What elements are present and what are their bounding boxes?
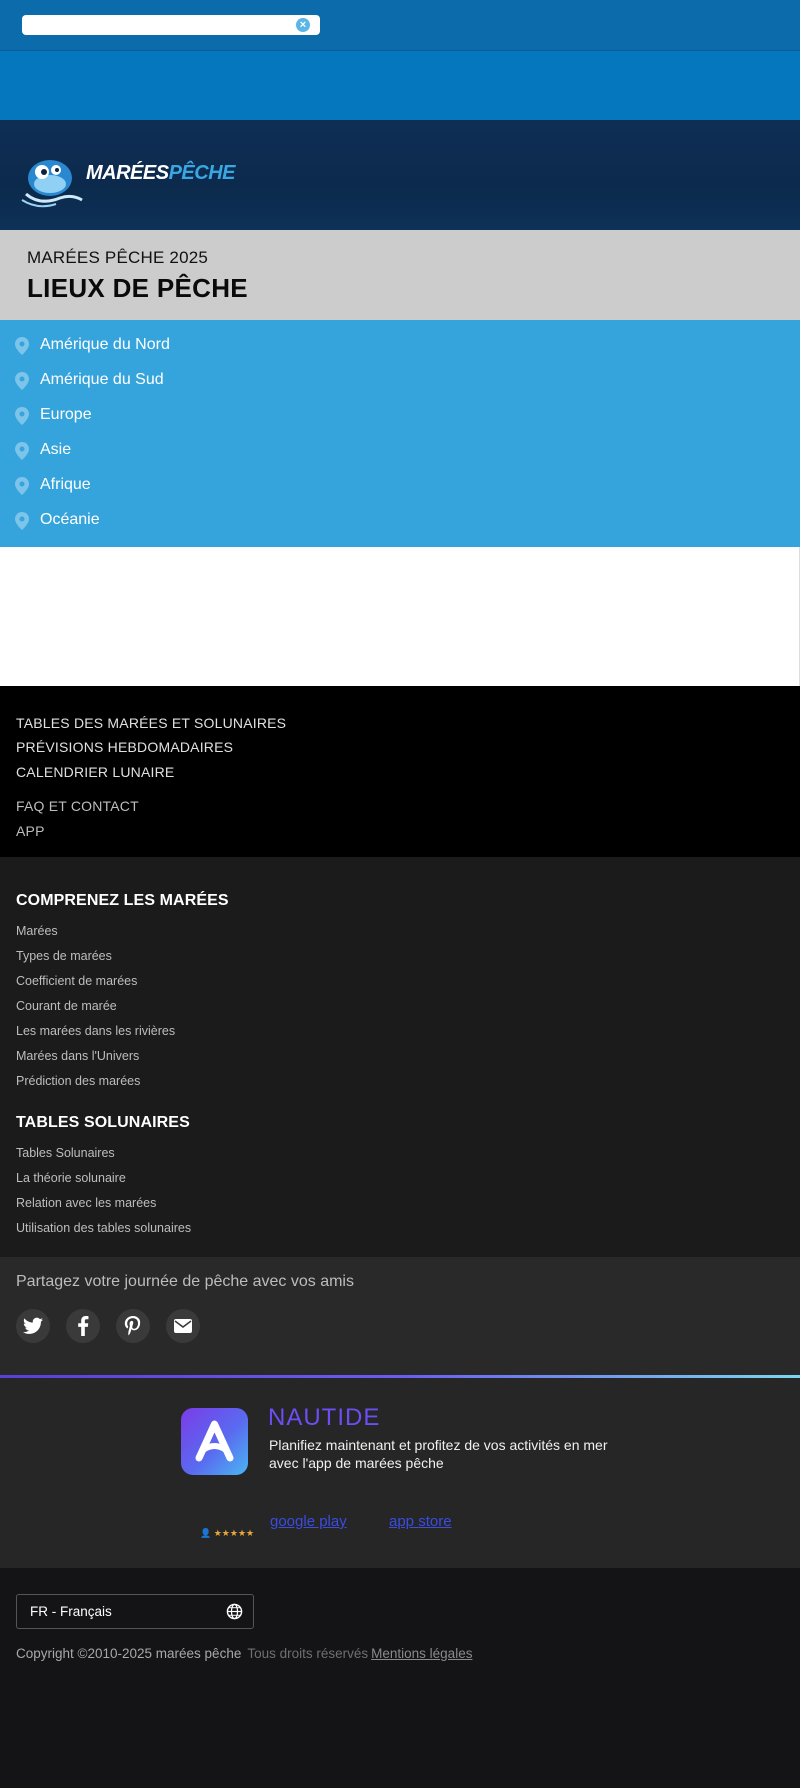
- region-label: Océanie: [40, 511, 100, 528]
- nav-link-faq-contact[interactable]: FAQ ET CONTACT: [16, 798, 139, 814]
- info-link[interactable]: Marées: [16, 924, 58, 938]
- map-pin-icon: [15, 372, 29, 390]
- search-box[interactable]: ×: [22, 15, 320, 35]
- share-section: Partagez votre journée de pêche avec vos…: [0, 1257, 800, 1375]
- nautide-logo-icon: [195, 1420, 234, 1462]
- globe-icon: [226, 1603, 243, 1620]
- region-label: Afrique: [40, 476, 91, 493]
- region-item-oceania[interactable]: Océanie: [0, 505, 800, 540]
- logo-word-1: MARÉES: [86, 162, 169, 184]
- page-title: LIEUX DE PÊCHE: [27, 273, 248, 303]
- nav-band: [0, 51, 800, 120]
- region-item-asia[interactable]: Asie: [0, 435, 800, 470]
- rating-stars: ★★★★★: [213, 1528, 255, 1538]
- nav-link-tides-tables[interactable]: TABLES DES MARÉES ET SOLUNAIRES: [16, 715, 286, 731]
- legal-notice-link[interactable]: Mentions légales: [371, 1646, 472, 1661]
- info-link[interactable]: Tables Solunaires: [16, 1146, 115, 1160]
- map-pin-icon: [15, 407, 29, 425]
- info-link[interactable]: Courant de marée: [16, 999, 117, 1013]
- search-input[interactable]: [22, 15, 282, 35]
- info-link[interactable]: Utilisation des tables solunaires: [16, 1221, 191, 1235]
- info-link[interactable]: Relation avec les marées: [16, 1196, 156, 1210]
- nav-link-weekly-forecast[interactable]: PRÉVISIONS HEBDOMADAIRES: [16, 739, 233, 755]
- map-pin-icon: [15, 477, 29, 495]
- map-pin-icon: [15, 442, 29, 460]
- region-label: Amérique du Sud: [40, 371, 164, 388]
- info-link[interactable]: Coefficient de marées: [16, 974, 137, 988]
- map-pin-icon: [15, 337, 29, 355]
- info-link[interactable]: Les marées dans les rivières: [16, 1024, 175, 1038]
- app-description: Planifiez maintenant et profitez de vos …: [269, 1437, 608, 1471]
- content-spacer: [0, 547, 800, 686]
- region-label: Asie: [40, 441, 72, 458]
- region-item-south-america[interactable]: Amérique du Sud: [0, 365, 800, 400]
- facebook-icon: [78, 1316, 89, 1336]
- twitter-icon: [23, 1317, 43, 1334]
- regions-list: Amérique du Nord Amérique du Sud Europe …: [0, 320, 800, 547]
- app-name: NAUTIDE: [268, 1404, 381, 1431]
- page-footer: FR - Français Copyright ©2010-2025 marée…: [0, 1568, 800, 1788]
- copyright-text: Copyright ©2010-2025 marées pêche: [16, 1646, 242, 1661]
- fish-mascot-icon: [21, 160, 83, 208]
- nautide-app-icon[interactable]: [181, 1408, 248, 1475]
- region-label: Europe: [40, 406, 92, 423]
- info-link[interactable]: Marées dans l'Univers: [16, 1049, 139, 1063]
- app-store-link[interactable]: app store: [389, 1513, 452, 1530]
- page-subtitle: MARÉES PÊCHE 2025: [27, 248, 209, 267]
- nav-link-lunar-calendar[interactable]: CALENDRIER LUNAIRE: [16, 764, 174, 780]
- nav-link-app[interactable]: APP: [16, 823, 45, 839]
- understand-heading: COMPRENEZ LES MARÉES: [16, 892, 229, 909]
- pinterest-icon: [124, 1316, 141, 1336]
- info-link[interactable]: La théorie solunaire: [16, 1171, 126, 1185]
- twitter-share-button[interactable]: [16, 1309, 50, 1343]
- title-band: MARÉES PÊCHE 2025 LIEUX DE PÊCHE: [0, 230, 800, 320]
- region-item-europe[interactable]: Europe: [0, 400, 800, 435]
- region-item-africa[interactable]: Afrique: [0, 470, 800, 505]
- info-link[interactable]: Prédiction des marées: [16, 1074, 140, 1088]
- logo-word-2: PÊCHE: [168, 162, 236, 184]
- logo-header: MARÉESPÊCHE: [0, 120, 800, 230]
- footer-nav: TABLES DES MARÉES ET SOLUNAIRES PRÉVISIO…: [0, 686, 800, 857]
- email-share-button[interactable]: [166, 1309, 200, 1343]
- solunar-heading: TABLES SOLUNAIRES: [16, 1114, 190, 1131]
- facebook-share-button[interactable]: [66, 1309, 100, 1343]
- google-play-link[interactable]: google play: [270, 1513, 347, 1530]
- map-pin-icon: [15, 512, 29, 530]
- info-link[interactable]: Types de marées: [16, 949, 112, 963]
- app-promo: NAUTIDE Planifiez maintenant et profitez…: [0, 1378, 800, 1568]
- site-logo[interactable]: MARÉESPÊCHE: [20, 150, 260, 210]
- region-label: Amérique du Nord: [40, 336, 170, 353]
- logo-text: MARÉESPÊCHE: [86, 162, 235, 185]
- info-section: COMPRENEZ LES MARÉES Marées Types de mar…: [0, 857, 800, 1257]
- clear-search-icon[interactable]: ×: [296, 18, 310, 32]
- pinterest-share-button[interactable]: [116, 1309, 150, 1343]
- copyright-line: Copyright ©2010-2025 marées pêche Tous dr…: [16, 1646, 472, 1661]
- language-label: FR - Français: [30, 1604, 112, 1619]
- language-selector[interactable]: FR - Français: [16, 1594, 254, 1629]
- rights-text: Tous droits réservés: [247, 1646, 369, 1661]
- user-icon: 👤: [200, 1528, 212, 1538]
- app-rating: 👤 ★★★★★: [200, 1528, 254, 1539]
- share-text: Partagez votre journée de pêche avec vos…: [16, 1273, 354, 1290]
- email-icon: [174, 1319, 192, 1333]
- top-bar: ×: [0, 0, 800, 51]
- region-item-north-america[interactable]: Amérique du Nord: [0, 330, 800, 365]
